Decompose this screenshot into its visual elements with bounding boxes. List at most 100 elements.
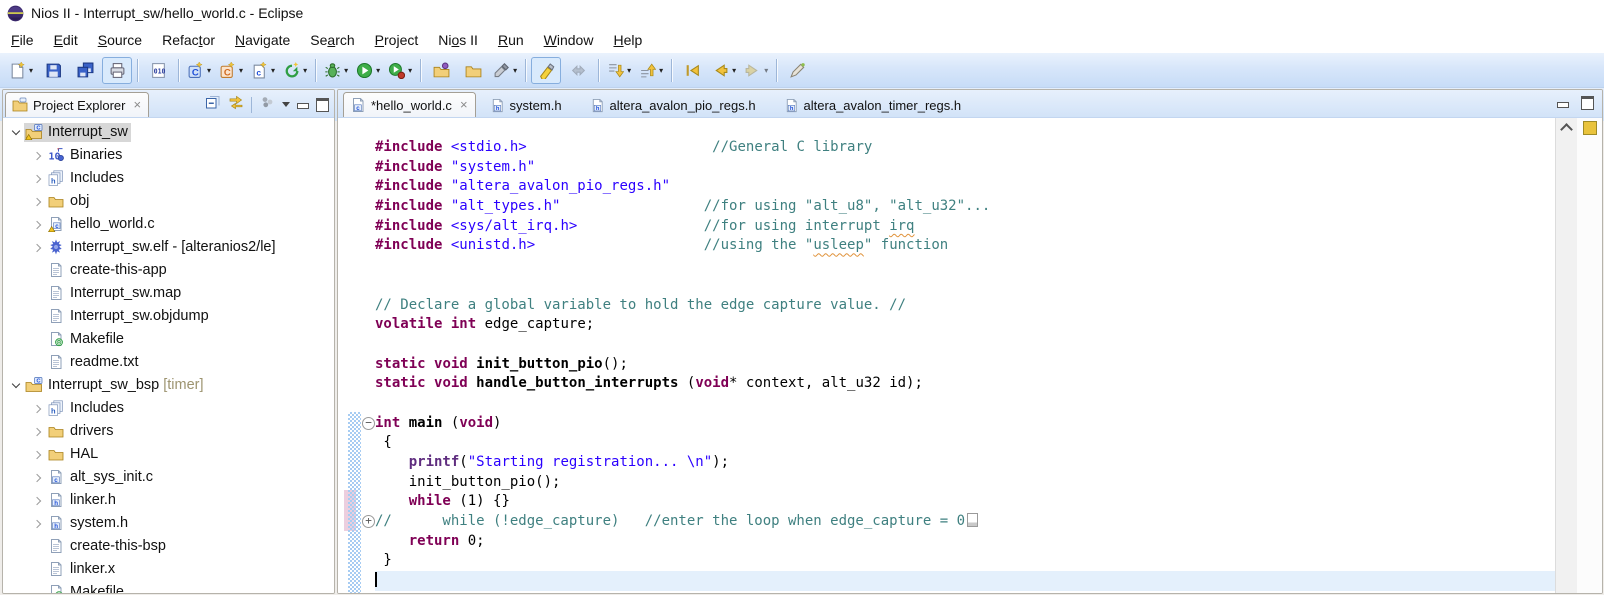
dropdown-arrow-icon[interactable]: ▾ <box>764 66 768 75</box>
tree-item-alt-sys-init-c[interactable]: calt_sys_init.c <box>3 466 334 489</box>
link-with-editor-icon[interactable] <box>228 94 244 115</box>
run-button[interactable]: ▾ <box>353 57 383 84</box>
code-line[interactable] <box>375 256 1555 276</box>
dropdown-arrow-icon[interactable]: ▾ <box>513 66 517 75</box>
vertical-scrollbar[interactable] <box>1555 118 1577 593</box>
dropdown-arrow-icon[interactable]: ▾ <box>376 66 380 75</box>
mark-occurrences-toggle[interactable] <box>531 57 561 84</box>
debug-button[interactable]: ▾ <box>321 57 351 84</box>
tree-item-create-this-app[interactable]: create-this-app <box>3 259 334 282</box>
close-icon[interactable]: × <box>460 100 468 110</box>
editor-tab-hello-world-c[interactable]: c*hello_world.c× <box>343 92 476 117</box>
tree-expand-arrow-icon[interactable] <box>29 521 46 527</box>
maximize-view-icon[interactable] <box>316 98 329 112</box>
dropdown-arrow-icon[interactable]: ▾ <box>29 66 33 75</box>
forward-button[interactable]: ▾ <box>741 57 771 84</box>
dropdown-arrow-icon[interactable]: ▾ <box>207 66 211 75</box>
code-line[interactable]: } <box>375 551 1555 571</box>
dropdown-arrow-icon[interactable]: ▾ <box>408 66 412 75</box>
search-button[interactable]: ▾ <box>490 57 520 84</box>
new-wizard-button[interactable]: ▾ <box>6 57 36 84</box>
tree-item-interrupt-sw-objdump[interactable]: Interrupt_sw.objdump <box>3 305 334 328</box>
tab-project-explorer[interactable]: Project Explorer × <box>5 92 149 117</box>
dropdown-arrow-icon[interactable]: ▾ <box>239 66 243 75</box>
code-line[interactable] <box>375 571 1555 591</box>
code-editor[interactable]: #include <stdio.h> //General C library#i… <box>375 118 1555 593</box>
tree-expand-arrow-icon[interactable] <box>7 131 24 134</box>
last-edit-location-button[interactable] <box>782 57 812 84</box>
menu-item-project[interactable]: Project <box>365 28 429 52</box>
profile-button[interactable]: ▾ <box>385 57 415 84</box>
tree-item-obj[interactable]: obj <box>3 190 334 213</box>
save-all-button[interactable] <box>70 57 100 84</box>
dropdown-arrow-icon[interactable]: ▾ <box>344 66 348 75</box>
open-type-button[interactable] <box>426 57 456 84</box>
dropdown-arrow-icon[interactable]: ▾ <box>303 66 307 75</box>
editor-tab-altera-avalon-pio-regs-h[interactable]: haltera_avalon_pio_regs.h <box>582 94 764 117</box>
dropdown-arrow-icon[interactable]: ▾ <box>659 66 663 75</box>
tree-expand-arrow-icon[interactable] <box>7 384 24 387</box>
dropdown-arrow-icon[interactable]: ▾ <box>271 66 275 75</box>
back-button[interactable]: ▾ <box>709 57 739 84</box>
collapse-all-icon[interactable] <box>205 94 221 115</box>
tree-expand-arrow-icon[interactable] <box>29 498 46 504</box>
tree-item-includes[interactable]: hIncludes <box>3 167 334 190</box>
editor-tab-system-h[interactable]: hsystem.h <box>482 94 570 117</box>
close-icon[interactable]: × <box>133 100 141 110</box>
tree-item-system-h[interactable]: hsystem.h <box>3 512 334 535</box>
menu-item-navigate[interactable]: Navigate <box>225 28 300 52</box>
tree-item-readme-txt[interactable]: readme.txt <box>3 351 334 374</box>
editor-left-ruler[interactable]: −+ <box>338 118 375 593</box>
menu-item-source[interactable]: Source <box>88 28 152 52</box>
overview-ruler[interactable] <box>1577 118 1602 593</box>
code-line[interactable]: return 0; <box>375 532 1555 552</box>
fold-collapse-icon[interactable]: − <box>362 417 375 430</box>
tree-item-create-this-bsp[interactable]: create-this-bsp <box>3 535 334 558</box>
new-make-target-button[interactable]: ▾ <box>280 57 310 84</box>
fold-expand-icon[interactable]: + <box>362 515 375 528</box>
tree-item-hello-world-c[interactable]: chello_world.c <box>3 213 334 236</box>
menu-item-run[interactable]: Run <box>488 28 534 52</box>
code-line[interactable]: #include "system.h" <box>375 158 1555 178</box>
next-annotation-button[interactable]: ▾ <box>604 57 634 84</box>
tree-expand-arrow-icon[interactable] <box>29 222 46 228</box>
prev-annotation-button[interactable]: ▾ <box>636 57 666 84</box>
tree-item-interrupt-sw[interactable]: CInterrupt_sw <box>3 121 334 144</box>
save-button[interactable] <box>38 57 68 84</box>
menu-item-window[interactable]: Window <box>534 28 604 52</box>
code-line[interactable]: while (1) {} <box>375 492 1555 512</box>
tree-expand-arrow-icon[interactable] <box>29 153 46 159</box>
tree-item-interrupt-sw-elf-alteranios2-le[interactable]: Interrupt_sw.elf - [alteranios2/le] <box>3 236 334 259</box>
menu-item-search[interactable]: Search <box>300 28 364 52</box>
menu-item-nios-ii[interactable]: Nios II <box>428 28 488 52</box>
print-button[interactable] <box>102 57 132 84</box>
code-line[interactable]: #include <unistd.h> //using the "usleep"… <box>375 236 1555 256</box>
minimize-view-icon[interactable] <box>297 103 309 109</box>
code-line[interactable] <box>375 276 1555 296</box>
editor-tab-altera-avalon-timer-regs-h[interactable]: haltera_avalon_timer_regs.h <box>776 94 970 117</box>
dropdown-arrow-icon[interactable]: ▾ <box>732 66 736 75</box>
tree-expand-arrow-icon[interactable] <box>29 429 46 435</box>
code-line[interactable]: init_button_pio(); <box>375 473 1555 493</box>
code-line[interactable]: #include <stdio.h> //General C library <box>375 138 1555 158</box>
code-line[interactable]: printf("Starting registration... \n"); <box>375 453 1555 473</box>
code-line[interactable]: // while (!edge_capture) //enter the loo… <box>375 512 1555 532</box>
code-line[interactable]: // Declare a global variable to hold the… <box>375 296 1555 316</box>
code-line[interactable] <box>375 394 1555 414</box>
code-line[interactable]: volatile int edge_capture; <box>375 315 1555 335</box>
tree-item-makefile[interactable]: Makefile <box>3 328 334 351</box>
menu-item-file[interactable]: File <box>1 28 44 52</box>
code-line[interactable]: int main (void) <box>375 414 1555 434</box>
menu-item-edit[interactable]: Edit <box>44 28 88 52</box>
code-line[interactable]: #include "alt_types.h" //for using "alt_… <box>375 197 1555 217</box>
tree-expand-arrow-icon[interactable] <box>29 406 46 412</box>
tree-expand-arrow-icon[interactable] <box>29 199 46 205</box>
minimize-editor-icon[interactable] <box>1557 102 1569 108</box>
code-line[interactable]: { <box>375 433 1555 453</box>
menu-item-help[interactable]: Help <box>603 28 652 52</box>
back-to-editor-button[interactable] <box>677 57 707 84</box>
new-c-project-button[interactable]: C▾ <box>184 57 214 84</box>
clear-marks-button[interactable] <box>563 57 593 84</box>
dropdown-arrow-icon[interactable]: ▾ <box>627 66 631 75</box>
open-resource-button[interactable] <box>458 57 488 84</box>
